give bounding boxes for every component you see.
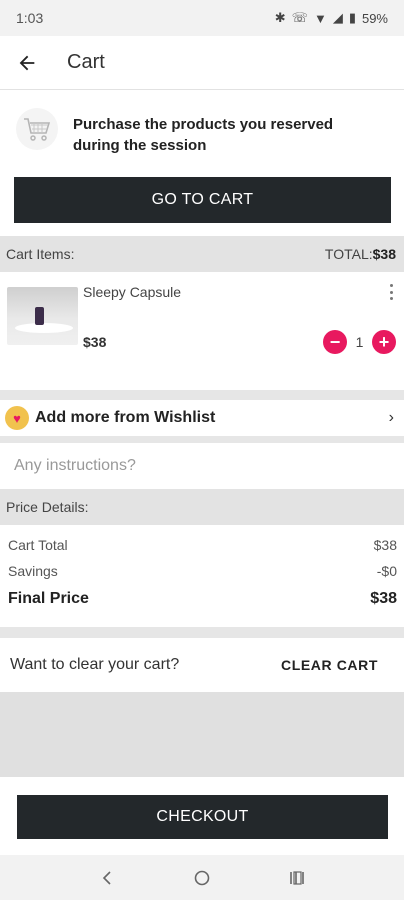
app-bar: Cart [0, 36, 404, 90]
back-arrow-icon [19, 55, 35, 70]
cart-total-row: Cart Total $38 [8, 537, 397, 553]
plus-icon[interactable]: + [372, 330, 396, 354]
wishlist-label: Add more from Wishlist [35, 409, 216, 426]
final-price-value: $38 [370, 590, 397, 607]
final-price-row: Final Price $38 [8, 590, 397, 608]
savings-label: Savings [8, 563, 58, 579]
cart-items-label: Cart Items: [6, 246, 75, 262]
signal-icon: ◢ [332, 10, 343, 25]
nav-home-icon[interactable] [182, 858, 222, 898]
cart-icon [24, 118, 51, 141]
battery-level: 59% [361, 10, 388, 26]
price-details-header: Price Details: [0, 489, 404, 525]
minus-icon[interactable]: − [323, 330, 347, 354]
savings-value: -$0 [376, 563, 397, 579]
status-icons: ✱ ☏ ▼ ◢ ▮ 59% [275, 10, 388, 26]
cart-item: Sleepy Capsule $38 − 1 + [0, 272, 404, 390]
checkout-button[interactable]: CHECKOUT [17, 795, 388, 839]
status-time: 1:03 [16, 10, 44, 26]
quantity-stepper: − 1 + [323, 330, 396, 354]
heart-icon: ♥ [5, 406, 29, 430]
cart-total-row-label: Cart Total [8, 537, 68, 553]
savings-row: Savings -$0 [8, 563, 397, 579]
clear-cart-button[interactable]: CLEAR CART [281, 657, 378, 673]
battery-icon: ▮ [348, 10, 356, 25]
empty-area [0, 692, 404, 777]
quantity-value: 1 [355, 334, 364, 350]
reserved-products-message: Purchase the products you reserved durin… [73, 116, 334, 154]
final-price-label: Final Price [8, 590, 89, 607]
reserved-products-banner: Purchase the products you reserved durin… [0, 90, 404, 236]
cart-items-header: Cart Items: TOTAL:$38 [0, 236, 404, 272]
cart-total-row-value: $38 [373, 537, 397, 553]
call-icon: ☏ [291, 10, 308, 25]
page-title: Cart [67, 51, 105, 73]
cart-icon-badge [16, 108, 58, 150]
cart-total-value: $38 [372, 246, 396, 262]
status-bar: 1:03 ✱ ☏ ▼ ◢ ▮ 59% [0, 0, 404, 36]
product-price: $38 [83, 334, 107, 350]
bluetooth-icon: ✱ [274, 10, 286, 25]
back-button[interactable] [0, 36, 54, 90]
go-to-cart-button[interactable]: GO TO CART [14, 177, 391, 223]
product-image[interactable] [7, 287, 78, 345]
nav-back-icon[interactable] [87, 858, 127, 898]
add-from-wishlist-row[interactable]: ♥ Add more from Wishlist › [0, 400, 404, 436]
clear-cart-question: Want to clear your cart? [10, 656, 180, 673]
system-nav-bar [0, 855, 404, 900]
price-details: Cart Total $38 Savings -$0 Final Price $… [0, 525, 404, 627]
cart-total: TOTAL:$38 [325, 246, 396, 262]
product-name[interactable]: Sleepy Capsule [83, 284, 181, 300]
product-image-bottle [35, 307, 44, 325]
wifi-icon: ▼ [313, 10, 327, 26]
product-image-plate [15, 323, 73, 333]
checkout-bar: CHECKOUT [0, 777, 404, 855]
instructions-field[interactable]: Any instructions? [0, 443, 404, 489]
chevron-right-icon: › [388, 409, 394, 426]
nav-recents-icon[interactable] [277, 858, 317, 898]
clear-cart-row: Want to clear your cart? CLEAR CART [0, 638, 404, 692]
more-vert-icon[interactable] [386, 284, 396, 300]
cart-total-label: TOTAL: [324, 246, 373, 262]
